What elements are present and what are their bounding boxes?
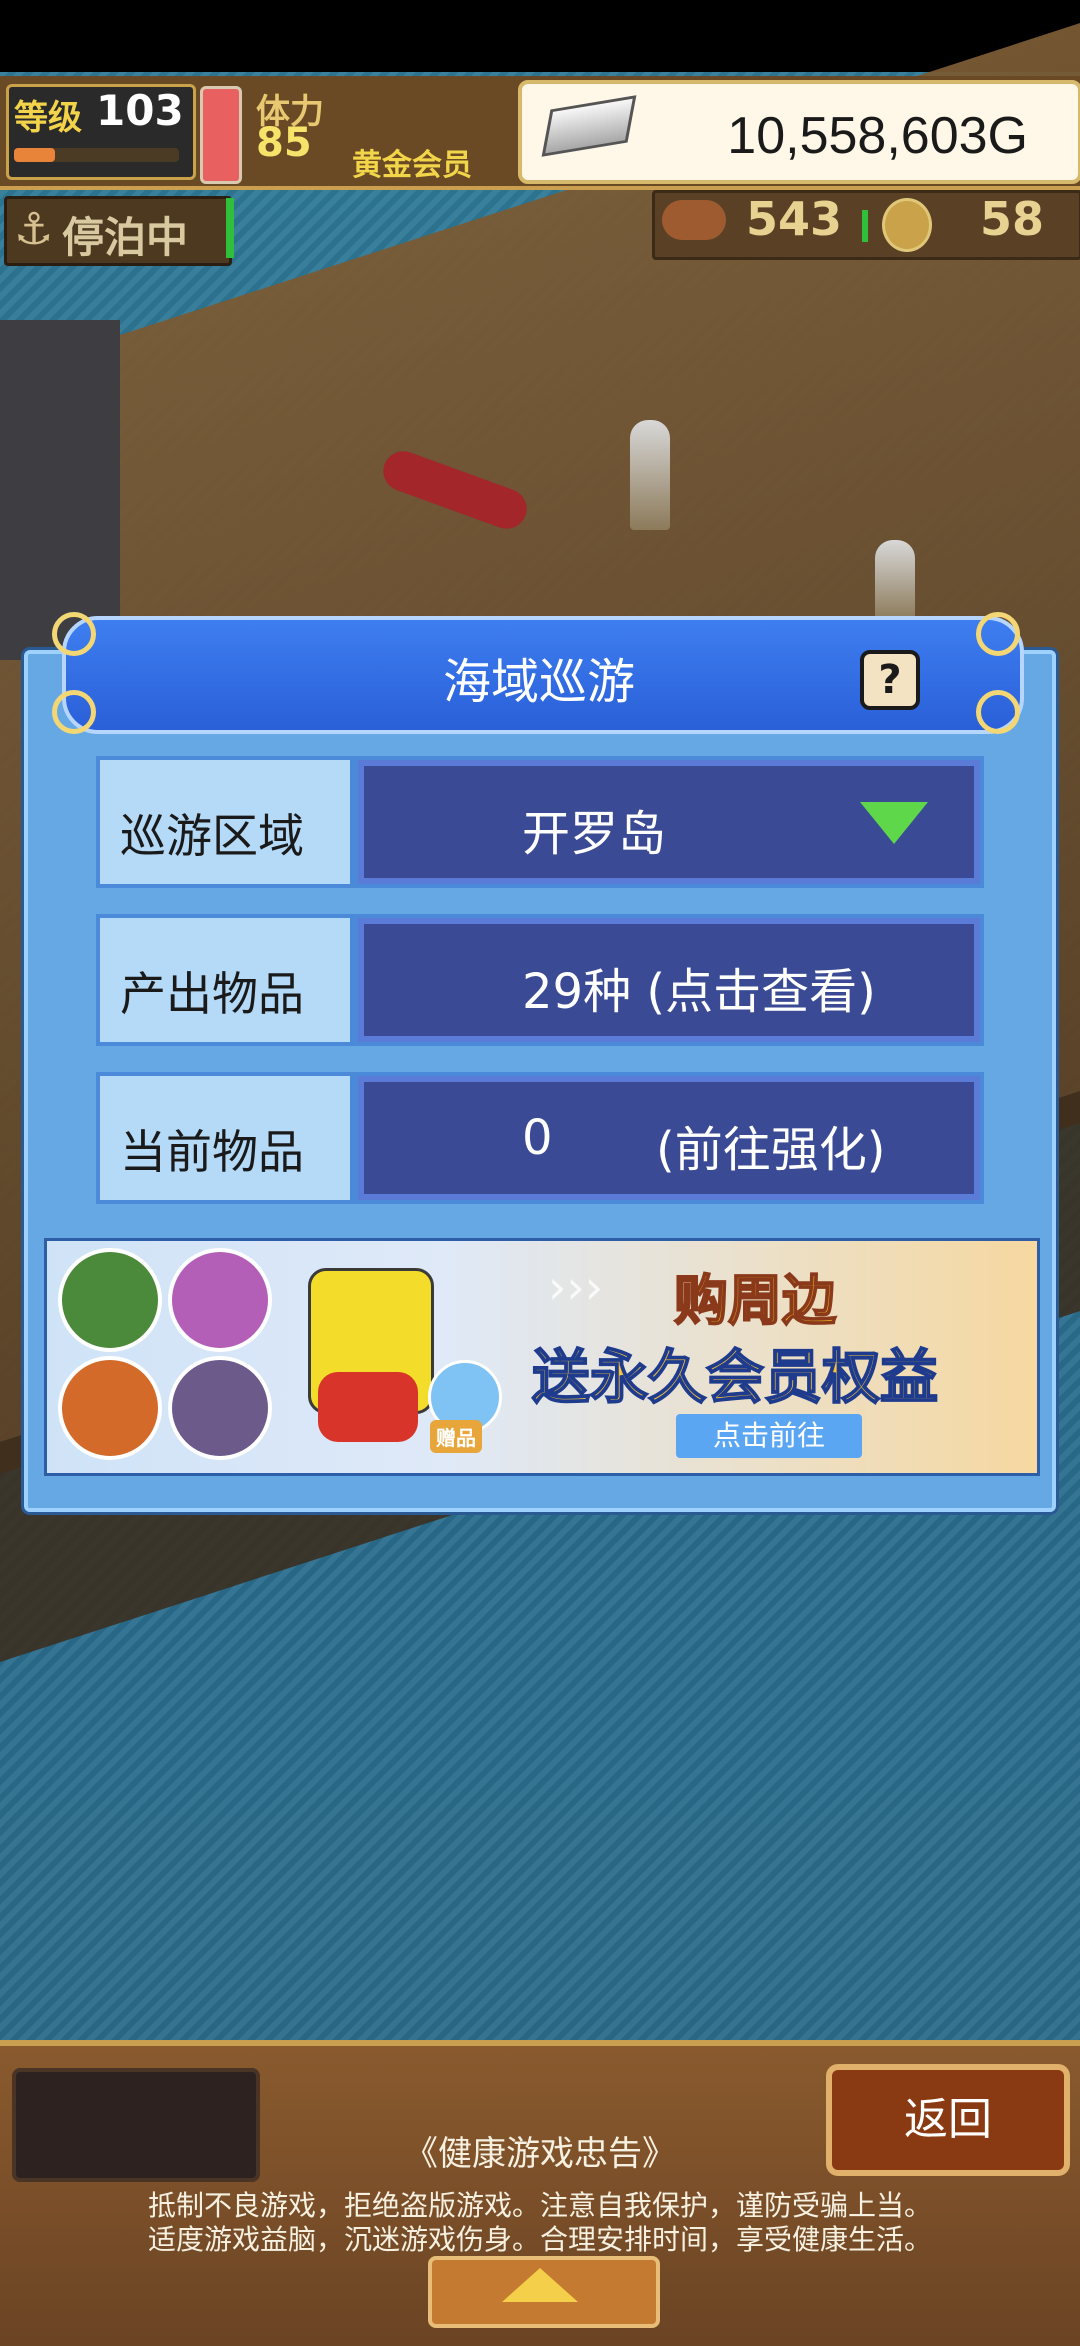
level-label: 等级 xyxy=(14,98,82,138)
deck-lamp xyxy=(875,540,915,620)
row-label-area: 巡游区域 xyxy=(96,756,354,888)
row-label-current: 当前物品 xyxy=(96,1072,354,1204)
gold-value: 10,558,603G xyxy=(727,107,1028,165)
dragon-avatar xyxy=(58,1356,162,1460)
gift-label: 赠品 xyxy=(430,1420,482,1453)
dock-status-label: 停泊中 xyxy=(62,213,189,262)
level-value: 103 xyxy=(96,86,184,135)
area-value: 开罗岛 xyxy=(522,806,667,862)
row-label-output: 产出物品 xyxy=(96,914,354,1046)
stamina-value: 85 xyxy=(256,120,312,166)
pirate-avatar xyxy=(58,1248,162,1352)
coin-icon xyxy=(882,198,932,252)
enhance-link[interactable]: (前往强化) xyxy=(656,1110,885,1180)
stamina-bar xyxy=(200,86,242,184)
area-label: 巡游区域 xyxy=(120,809,304,863)
exp-bar-fill xyxy=(14,148,55,162)
member-badge[interactable]: 黄金会员 xyxy=(352,140,472,184)
health-notice-title: 《健康游戏忠告》 xyxy=(404,2134,676,2174)
output-items-value: 29种 (点击查看) xyxy=(522,964,876,1020)
current-items-value: 0 xyxy=(522,1110,553,1166)
dropdown-arrow-icon[interactable] xyxy=(860,802,928,844)
status-bar xyxy=(0,0,1080,72)
deck-lamp xyxy=(630,420,670,530)
bunny-avatar xyxy=(168,1248,272,1352)
anchor-icon: ⚓ xyxy=(14,204,54,255)
current-label: 当前物品 xyxy=(120,1125,304,1179)
harbor-tower xyxy=(0,320,120,660)
promo-go-button[interactable]: 点击前往 xyxy=(676,1414,862,1458)
help-icon[interactable]: ? xyxy=(860,650,920,710)
promo-subheadline: 送永久会员权益 xyxy=(531,1342,939,1412)
food-value: 543 xyxy=(746,192,843,246)
promo-arrows-icon: ››› xyxy=(548,1260,604,1314)
dock-status-indicator xyxy=(226,198,234,258)
boxhead-avatar xyxy=(168,1356,272,1460)
mascot-body xyxy=(318,1372,418,1442)
meat-icon xyxy=(662,200,726,240)
up-arrow-icon[interactable] xyxy=(502,2268,578,2302)
promo-headline: 购周边 xyxy=(673,1268,837,1333)
coin-value: 58 xyxy=(980,192,1045,246)
health-notice-line: 适度游戏益脑，沉迷游戏伤身。合理安排时间，享受健康生活。 xyxy=(147,2223,932,2256)
food-indicator xyxy=(862,210,868,242)
output-label: 产出物品 xyxy=(120,967,304,1021)
